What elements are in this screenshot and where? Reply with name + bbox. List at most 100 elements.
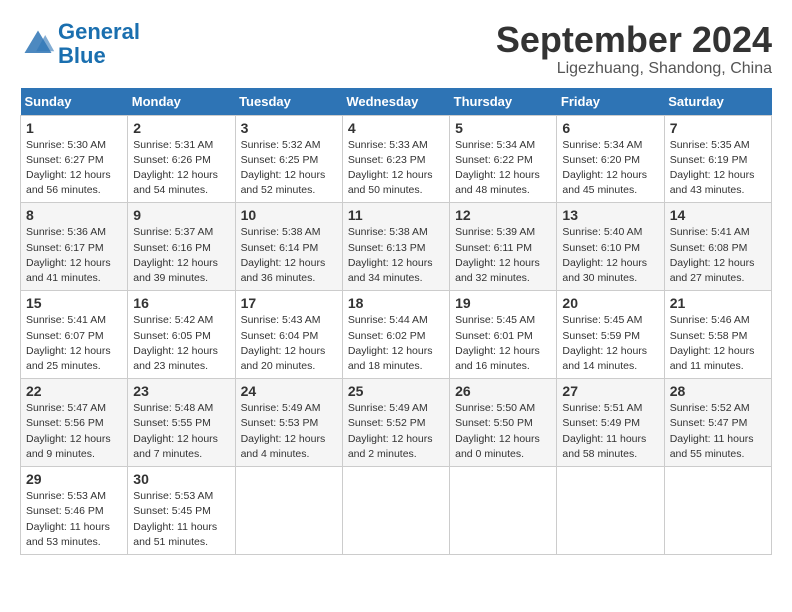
day-info: Sunrise: 5:38 AMSunset: 6:14 PMDaylight:… [241,226,326,284]
day-info: Sunrise: 5:34 AMSunset: 6:22 PMDaylight:… [455,139,540,197]
day-number: 25 [348,383,444,399]
calendar-cell: 21 Sunrise: 5:46 AMSunset: 5:58 PMDaylig… [664,291,771,379]
calendar-cell: 15 Sunrise: 5:41 AMSunset: 6:07 PMDaylig… [21,291,128,379]
day-number: 29 [26,471,122,487]
logo-icon [20,26,56,62]
day-info: Sunrise: 5:31 AMSunset: 6:26 PMDaylight:… [133,139,218,197]
calendar-cell: 3 Sunrise: 5:32 AMSunset: 6:25 PMDayligh… [235,115,342,203]
calendar-cell: 16 Sunrise: 5:42 AMSunset: 6:05 PMDaylig… [128,291,235,379]
day-info: Sunrise: 5:47 AMSunset: 5:56 PMDaylight:… [26,402,111,460]
calendar-cell [450,467,557,555]
day-info: Sunrise: 5:49 AMSunset: 5:52 PMDaylight:… [348,402,433,460]
day-number: 12 [455,207,551,223]
day-info: Sunrise: 5:39 AMSunset: 6:11 PMDaylight:… [455,226,540,284]
col-monday: Monday [128,88,235,116]
day-number: 11 [348,207,444,223]
calendar-cell: 6 Sunrise: 5:34 AMSunset: 6:20 PMDayligh… [557,115,664,203]
calendar-cell: 19 Sunrise: 5:45 AMSunset: 6:01 PMDaylig… [450,291,557,379]
calendar-cell: 17 Sunrise: 5:43 AMSunset: 6:04 PMDaylig… [235,291,342,379]
calendar-cell [664,467,771,555]
calendar-cell: 5 Sunrise: 5:34 AMSunset: 6:22 PMDayligh… [450,115,557,203]
calendar-cell [557,467,664,555]
day-info: Sunrise: 5:34 AMSunset: 6:20 PMDaylight:… [562,139,647,197]
day-info: Sunrise: 5:50 AMSunset: 5:50 PMDaylight:… [455,402,540,460]
calendar-week-5: 29 Sunrise: 5:53 AMSunset: 5:46 PMDaylig… [21,467,772,555]
day-number: 26 [455,383,551,399]
day-number: 19 [455,295,551,311]
calendar-week-4: 22 Sunrise: 5:47 AMSunset: 5:56 PMDaylig… [21,379,772,467]
day-info: Sunrise: 5:51 AMSunset: 5:49 PMDaylight:… [562,402,646,460]
day-info: Sunrise: 5:44 AMSunset: 6:02 PMDaylight:… [348,314,433,372]
day-info: Sunrise: 5:45 AMSunset: 5:59 PMDaylight:… [562,314,647,372]
calendar-cell [342,467,449,555]
day-number: 21 [670,295,766,311]
day-info: Sunrise: 5:41 AMSunset: 6:07 PMDaylight:… [26,314,111,372]
day-number: 7 [670,120,766,136]
calendar-cell: 13 Sunrise: 5:40 AMSunset: 6:10 PMDaylig… [557,203,664,291]
calendar-table: Sunday Monday Tuesday Wednesday Thursday… [20,88,772,555]
logo-line1: General [58,19,140,44]
day-number: 15 [26,295,122,311]
day-number: 14 [670,207,766,223]
day-number: 22 [26,383,122,399]
calendar-cell: 22 Sunrise: 5:47 AMSunset: 5:56 PMDaylig… [21,379,128,467]
day-info: Sunrise: 5:45 AMSunset: 6:01 PMDaylight:… [455,314,540,372]
calendar-cell: 25 Sunrise: 5:49 AMSunset: 5:52 PMDaylig… [342,379,449,467]
day-number: 8 [26,207,122,223]
col-sunday: Sunday [21,88,128,116]
day-info: Sunrise: 5:42 AMSunset: 6:05 PMDaylight:… [133,314,218,372]
location: Ligezhuang, Shandong, China [496,60,772,78]
calendar-cell: 8 Sunrise: 5:36 AMSunset: 6:17 PMDayligh… [21,203,128,291]
calendar-cell: 14 Sunrise: 5:41 AMSunset: 6:08 PMDaylig… [664,203,771,291]
calendar-cell: 10 Sunrise: 5:38 AMSunset: 6:14 PMDaylig… [235,203,342,291]
day-number: 5 [455,120,551,136]
day-number: 13 [562,207,658,223]
day-info: Sunrise: 5:53 AMSunset: 5:46 PMDaylight:… [26,490,110,548]
logo-line2: Blue [58,43,106,68]
calendar-cell: 29 Sunrise: 5:53 AMSunset: 5:46 PMDaylig… [21,467,128,555]
calendar-cell: 2 Sunrise: 5:31 AMSunset: 6:26 PMDayligh… [128,115,235,203]
day-info: Sunrise: 5:40 AMSunset: 6:10 PMDaylight:… [562,226,647,284]
day-info: Sunrise: 5:33 AMSunset: 6:23 PMDaylight:… [348,139,433,197]
col-saturday: Saturday [664,88,771,116]
col-tuesday: Tuesday [235,88,342,116]
day-info: Sunrise: 5:30 AMSunset: 6:27 PMDaylight:… [26,139,111,197]
title-block: September 2024 Ligezhuang, Shandong, Chi… [496,20,772,78]
day-number: 3 [241,120,337,136]
calendar-week-3: 15 Sunrise: 5:41 AMSunset: 6:07 PMDaylig… [21,291,772,379]
logo: General Blue [20,20,140,68]
calendar-cell: 9 Sunrise: 5:37 AMSunset: 6:16 PMDayligh… [128,203,235,291]
day-number: 2 [133,120,229,136]
calendar-cell [235,467,342,555]
col-thursday: Thursday [450,88,557,116]
day-number: 23 [133,383,229,399]
day-number: 4 [348,120,444,136]
day-info: Sunrise: 5:36 AMSunset: 6:17 PMDaylight:… [26,226,111,284]
day-info: Sunrise: 5:38 AMSunset: 6:13 PMDaylight:… [348,226,433,284]
calendar-cell: 4 Sunrise: 5:33 AMSunset: 6:23 PMDayligh… [342,115,449,203]
day-number: 28 [670,383,766,399]
calendar-cell: 28 Sunrise: 5:52 AMSunset: 5:47 PMDaylig… [664,379,771,467]
day-info: Sunrise: 5:49 AMSunset: 5:53 PMDaylight:… [241,402,326,460]
day-info: Sunrise: 5:48 AMSunset: 5:55 PMDaylight:… [133,402,218,460]
calendar-week-2: 8 Sunrise: 5:36 AMSunset: 6:17 PMDayligh… [21,203,772,291]
day-info: Sunrise: 5:52 AMSunset: 5:47 PMDaylight:… [670,402,754,460]
day-number: 20 [562,295,658,311]
day-number: 1 [26,120,122,136]
day-number: 18 [348,295,444,311]
calendar-week-1: 1 Sunrise: 5:30 AMSunset: 6:27 PMDayligh… [21,115,772,203]
calendar-cell: 18 Sunrise: 5:44 AMSunset: 6:02 PMDaylig… [342,291,449,379]
month-title: September 2024 [496,20,772,60]
page-header: General Blue September 2024 Ligezhuang, … [20,20,772,78]
col-friday: Friday [557,88,664,116]
calendar-cell: 26 Sunrise: 5:50 AMSunset: 5:50 PMDaylig… [450,379,557,467]
calendar-cell: 20 Sunrise: 5:45 AMSunset: 5:59 PMDaylig… [557,291,664,379]
day-number: 16 [133,295,229,311]
day-info: Sunrise: 5:32 AMSunset: 6:25 PMDaylight:… [241,139,326,197]
day-number: 27 [562,383,658,399]
calendar-cell: 11 Sunrise: 5:38 AMSunset: 6:13 PMDaylig… [342,203,449,291]
day-number: 9 [133,207,229,223]
day-info: Sunrise: 5:53 AMSunset: 5:45 PMDaylight:… [133,490,217,548]
calendar-cell: 1 Sunrise: 5:30 AMSunset: 6:27 PMDayligh… [21,115,128,203]
day-info: Sunrise: 5:43 AMSunset: 6:04 PMDaylight:… [241,314,326,372]
